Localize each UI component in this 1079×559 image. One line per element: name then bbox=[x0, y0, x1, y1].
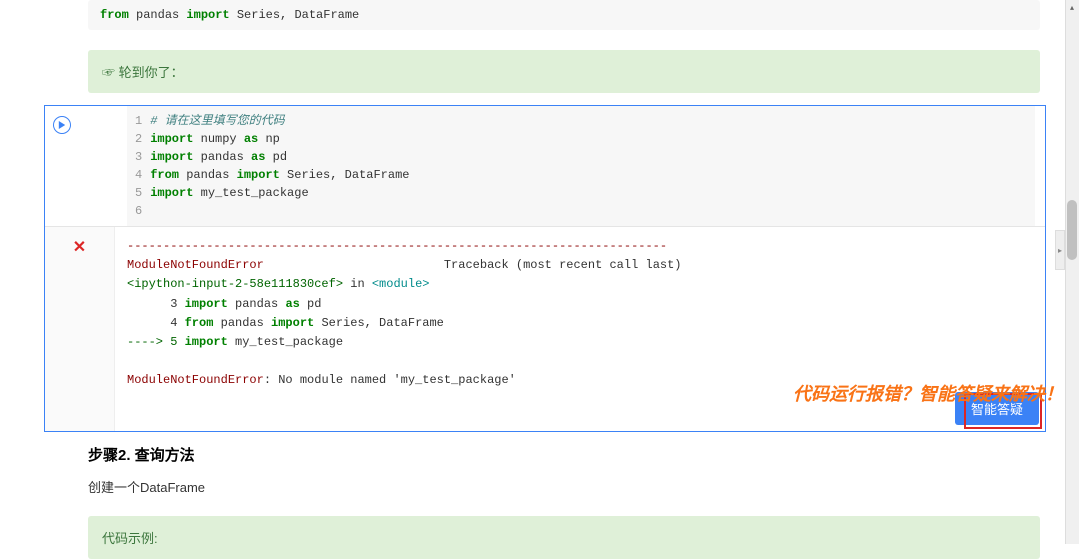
code-line: # 请在这里填写您的代码 bbox=[150, 112, 1035, 130]
step-heading: 步骤2. 查询方法 bbox=[88, 444, 1050, 465]
code-text: pandas bbox=[129, 8, 187, 22]
line-number: 4 bbox=[135, 166, 142, 184]
annotation-text: 代码运行报错？智能答疑来解决！ bbox=[793, 380, 1063, 406]
line-number: 3 bbox=[135, 148, 142, 166]
scrollbar-track[interactable]: ▴ bbox=[1065, 0, 1079, 544]
scroll-up-button[interactable]: ▴ bbox=[1065, 0, 1079, 14]
scrollbar-thumb[interactable] bbox=[1067, 200, 1077, 260]
play-icon bbox=[58, 121, 66, 129]
line-number: 5 bbox=[135, 184, 142, 202]
code-text: Series, DataFrame bbox=[230, 8, 360, 22]
code-editor[interactable]: 1 2 3 4 5 6 # 请在这里填写您的代码 import numpy as… bbox=[127, 106, 1035, 226]
banner-text: ☞ 轮到你了： bbox=[102, 65, 184, 80]
code-keyword: import bbox=[186, 8, 229, 22]
code-line: import pandas as pd bbox=[150, 148, 1035, 166]
code-line bbox=[150, 202, 1035, 220]
code-lines[interactable]: # 请在这里填写您的代码 import numpy as np import p… bbox=[150, 112, 1035, 220]
banner-text: 代码示例: bbox=[102, 531, 158, 546]
code-line: from pandas import Series, DataFrame bbox=[150, 166, 1035, 184]
line-number: 1 bbox=[135, 112, 142, 130]
notebook-content: from pandas import Series, DataFrame ☞ 轮… bbox=[0, 0, 1050, 559]
run-cell-button[interactable] bbox=[53, 116, 71, 134]
cell-gutter bbox=[53, 116, 71, 134]
error-icon: ✕ bbox=[73, 239, 86, 256]
line-number: 2 bbox=[135, 130, 142, 148]
step-description: 创建一个DataFrame bbox=[88, 477, 1050, 496]
code-example-banner: 代码示例: bbox=[88, 516, 1040, 559]
instruction-banner: ☞ 轮到你了： bbox=[88, 50, 1040, 93]
code-line: import numpy as np bbox=[150, 130, 1035, 148]
code-line: import my_test_package bbox=[150, 184, 1035, 202]
side-panel-toggle[interactable]: ▸ bbox=[1055, 230, 1065, 270]
code-keyword: from bbox=[100, 8, 129, 22]
line-number-gutter: 1 2 3 4 5 6 bbox=[127, 112, 150, 220]
code-block-top: from pandas import Series, DataFrame bbox=[88, 0, 1040, 30]
traceback-text: ----------------------------------------… bbox=[127, 237, 1033, 391]
line-number: 6 bbox=[135, 202, 142, 220]
output-gutter: ✕ bbox=[45, 227, 115, 431]
